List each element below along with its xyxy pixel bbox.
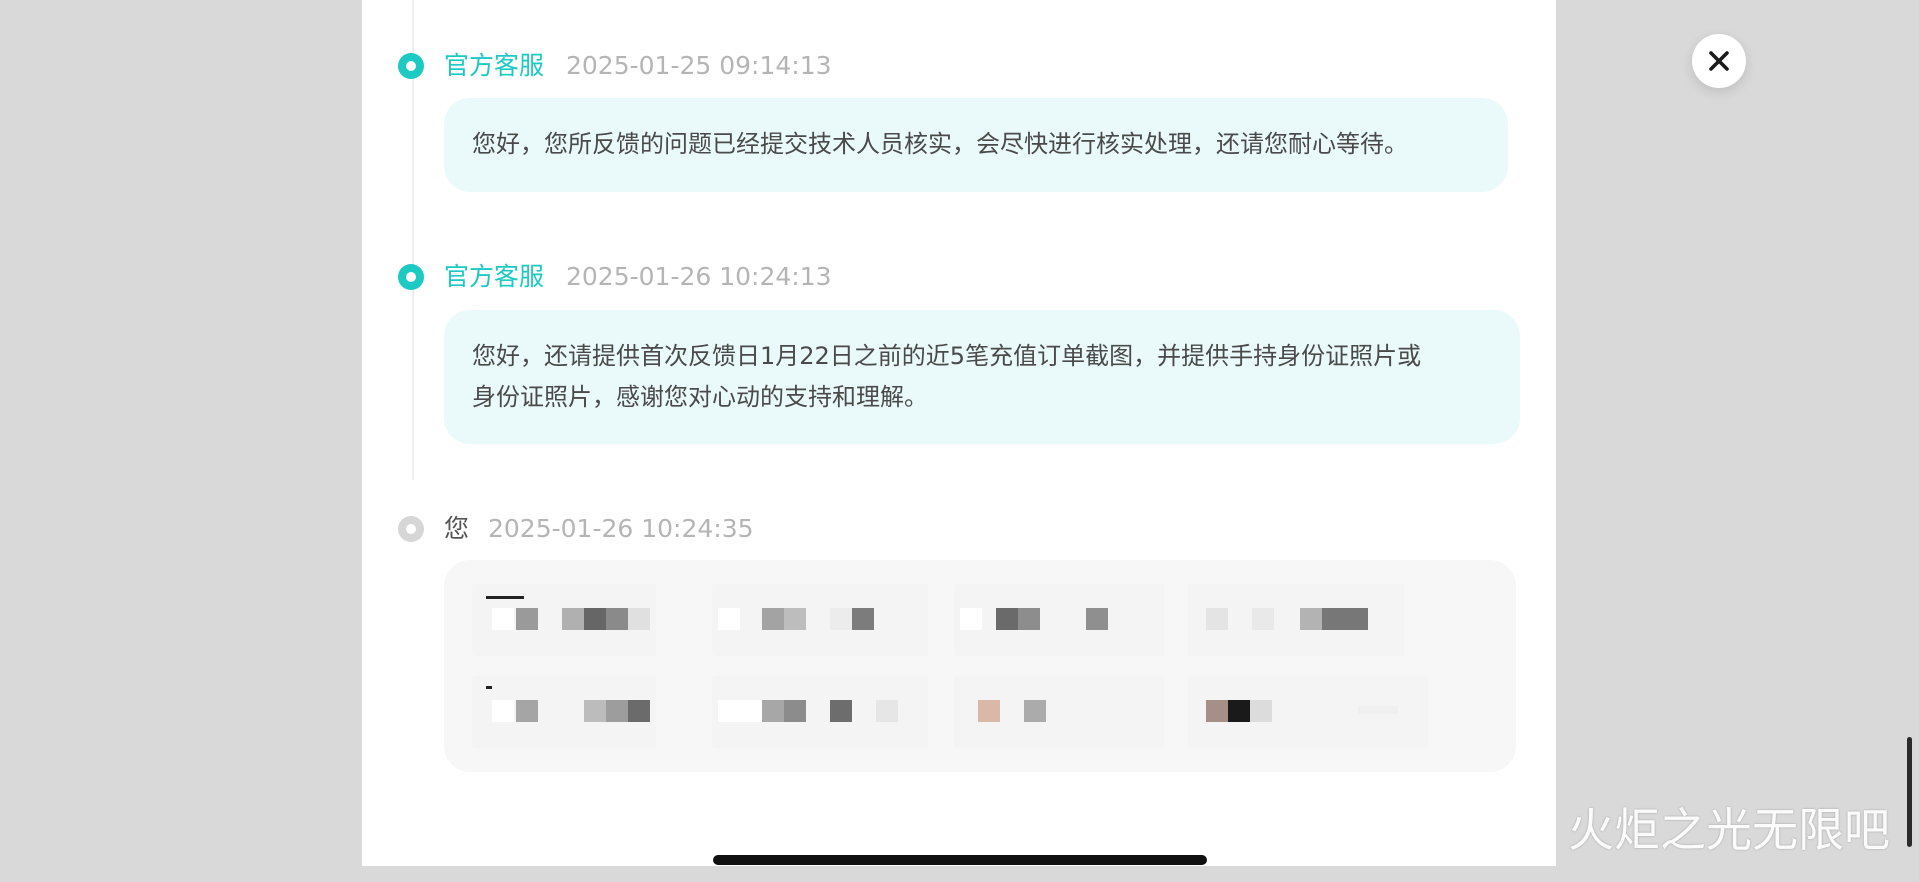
attachment-thumbnail[interactable]: [472, 584, 656, 656]
timeline-dot-staff: [398, 264, 424, 290]
attachment-thumbnail[interactable]: [1188, 584, 1404, 656]
message-timestamp: 2025-01-25 09:14:13: [566, 51, 832, 80]
message-text: 身份证照片，感谢您对心动的支持和理解。: [472, 383, 928, 411]
timeline-dot-staff: [398, 53, 424, 79]
message-sender: 官方客服: [444, 51, 545, 80]
attachment-thumbnail[interactable]: [1188, 676, 1428, 748]
message-text: 您好，您所反馈的问题已经提交技术人员核实，会尽快进行核实处理，还请您耐心等待。: [472, 130, 1408, 158]
message-timestamp: 2025-01-26 10:24:35: [488, 514, 754, 543]
message-bubble: 您好，还请提供首次反馈日1月22日之前的近5笔充值订单截图，并提供手持身份证照片…: [444, 310, 1520, 444]
message-timestamp: 2025-01-26 10:24:13: [566, 262, 832, 291]
attachment-thumbnail[interactable]: [712, 676, 928, 748]
attachment-thumbnail[interactable]: [954, 584, 1164, 656]
attachment-thumbnail[interactable]: [954, 676, 1164, 748]
message-text: 您好，还请提供首次反馈日1月22日之前的近5笔充值订单截图，并提供手持身份证照片…: [472, 342, 1422, 370]
attachment-thumbnail[interactable]: [712, 584, 928, 656]
close-icon: [1708, 50, 1730, 72]
attachment-thumbnail[interactable]: [472, 676, 656, 748]
scrollbar-thumb[interactable]: [1907, 737, 1912, 847]
message-bubble: 您好，您所反馈的问题已经提交技术人员核实，会尽快进行核实处理，还请您耐心等待。: [444, 98, 1508, 192]
close-button[interactable]: [1692, 34, 1746, 88]
message-sender: 官方客服: [444, 262, 545, 291]
watermark-text: 火炬之光无限吧: [1568, 803, 1890, 857]
message-sender: 您: [444, 514, 470, 543]
timeline-dot-user: [398, 516, 424, 542]
home-indicator[interactable]: [713, 855, 1207, 865]
attachment-gallery: [444, 560, 1516, 772]
